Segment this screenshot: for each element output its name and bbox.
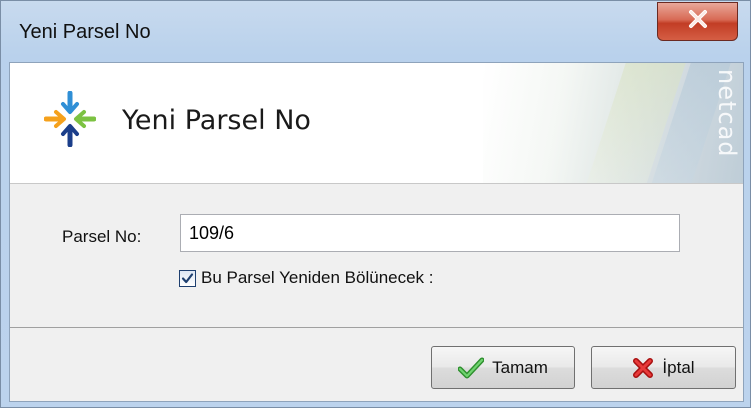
checkmark-small-icon [181, 272, 194, 283]
banner-decoration: netcad [483, 63, 743, 183]
watermark-text: netcad [713, 69, 741, 158]
cancel-button-label: İptal [662, 357, 695, 377]
title-bar[interactable]: Yeni Parsel No [1, 1, 750, 61]
close-button[interactable] [657, 2, 738, 41]
red-x-icon [632, 357, 654, 379]
window-title: Yeni Parsel No [19, 21, 151, 43]
ok-button-label: Tamam [492, 357, 548, 377]
netcad-logo-icon [43, 90, 97, 148]
ok-button[interactable]: Tamam [431, 346, 575, 389]
dialog-client-area: netcad Yeni Parsel No Parsel No: 109/6 B… [9, 62, 744, 402]
resplit-checkbox[interactable] [179, 269, 196, 287]
parcel-no-label: Parsel No: [62, 227, 142, 246]
checkmark-icon [458, 357, 485, 379]
cancel-button[interactable]: İptal [591, 346, 736, 389]
footer-divider [10, 327, 743, 328]
parcel-no-input[interactable] [180, 214, 680, 252]
header-banner: netcad Yeni Parsel No [10, 63, 743, 184]
resplit-checkbox-label: Bu Parsel Yeniden Bölünecek : [201, 268, 434, 287]
dialog-window: Yeni Parsel No netcad Yeni Parsel No Par… [0, 0, 751, 408]
banner-title: Yeni Parsel No [122, 105, 311, 136]
resplit-checkbox-row[interactable]: Bu Parsel Yeniden Bölünecek : [179, 268, 434, 288]
close-icon [687, 9, 709, 34]
